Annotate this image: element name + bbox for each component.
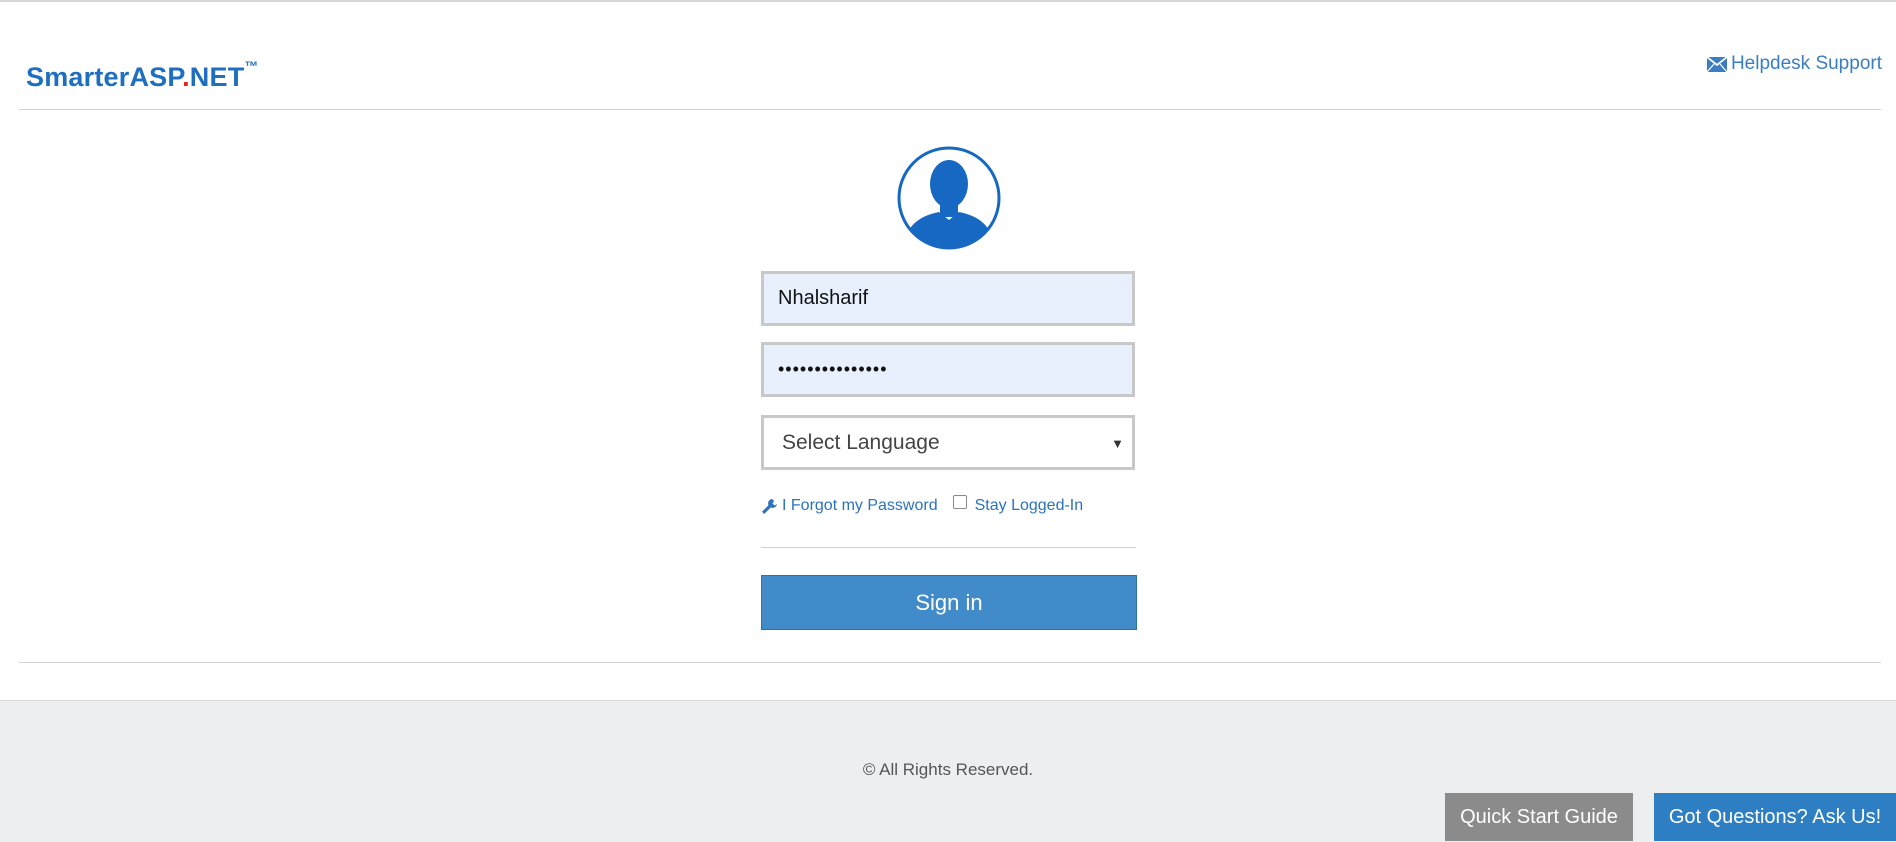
header-divider <box>19 109 1881 110</box>
stay-logged-in-label[interactable]: Stay Logged-In <box>975 497 1084 515</box>
username-value: Nhalsharif <box>778 287 869 309</box>
form-divider <box>761 547 1136 548</box>
helpdesk-support-link[interactable]: Helpdesk Support <box>1706 53 1882 75</box>
password-value: ••••••••••••••• <box>778 359 888 379</box>
forgot-password-link[interactable]: I Forgot my Password <box>782 497 938 515</box>
login-options: I Forgot my Password Stay Logged-In <box>761 495 1084 515</box>
helpdesk-support-label: Helpdesk Support <box>1730 53 1882 74</box>
password-input[interactable]: ••••••••••••••• <box>761 342 1135 397</box>
content-divider <box>19 662 1881 663</box>
copyright-text: © All Rights Reserved. <box>862 760 1034 779</box>
language-select[interactable]: Select Language ▼ <box>761 415 1135 470</box>
user-silhouette-icon <box>897 146 1001 250</box>
wrench-icon <box>762 498 777 514</box>
envelope-icon <box>1706 56 1727 72</box>
caret-down-icon: ▼ <box>1111 436 1124 451</box>
brand-dot: . <box>182 62 190 92</box>
ask-us-button[interactable]: Got Questions? Ask Us! <box>1654 793 1896 841</box>
stay-logged-in-checkbox[interactable] <box>952 495 967 509</box>
sign-in-button[interactable]: Sign in <box>761 575 1137 630</box>
language-select-value: Select Language <box>782 430 940 454</box>
ask-us-label: Got Questions? Ask Us! <box>1668 805 1882 828</box>
quick-start-guide-button[interactable]: Quick Start Guide <box>1445 793 1633 841</box>
brand-trademark: ™ <box>244 58 259 74</box>
brand-tld: NET <box>189 62 245 92</box>
quick-start-guide-label: Quick Start Guide <box>1460 805 1618 828</box>
brand-logo[interactable]: SmarterASP.NET™ <box>26 58 259 93</box>
top-border <box>0 0 1896 2</box>
brand-name: SmarterASP <box>26 62 183 92</box>
username-input[interactable]: Nhalsharif <box>761 271 1135 326</box>
sign-in-label: Sign in <box>915 589 983 615</box>
